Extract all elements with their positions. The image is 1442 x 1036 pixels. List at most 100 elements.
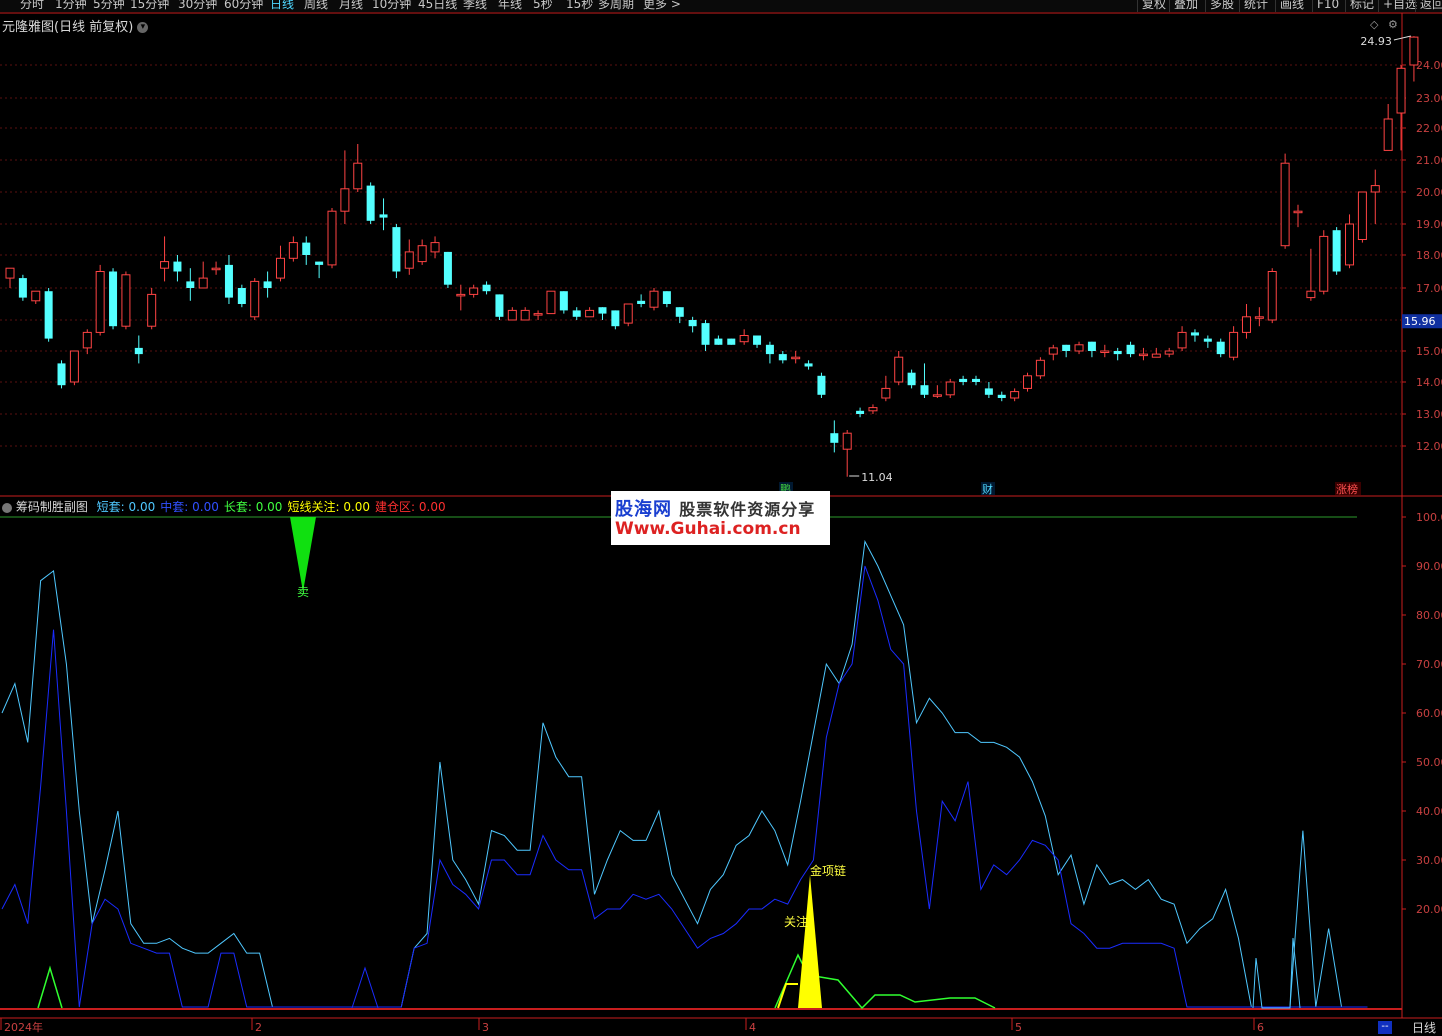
candle-body — [997, 394, 1006, 398]
candle-body — [1100, 350, 1110, 353]
candle-body — [753, 335, 762, 345]
candle-body — [932, 394, 942, 397]
candle-body — [1048, 347, 1058, 355]
candle-body — [714, 338, 723, 345]
candle-body — [1203, 338, 1212, 342]
candle-body — [237, 288, 246, 304]
price-axis-label: 12.00 — [1416, 440, 1442, 453]
candle-body — [82, 331, 92, 349]
indicator-legend-value: 0.00 — [415, 500, 446, 514]
candle-body — [881, 387, 891, 399]
candle-body — [662, 291, 671, 304]
candle-body — [417, 245, 427, 263]
candle-body — [57, 363, 66, 386]
candle-body — [739, 335, 749, 343]
candle-body — [1241, 316, 1251, 333]
candle-body — [920, 385, 929, 395]
price-axis-label: 19.00 — [1416, 218, 1442, 231]
candle-body — [44, 291, 53, 339]
candle-body — [18, 278, 27, 298]
indicator-legend-label: 短套: — [96, 500, 125, 514]
event-marker: 涨榜 — [1336, 482, 1358, 496]
candle-body — [572, 310, 581, 317]
candle-body — [1087, 341, 1096, 351]
candle-body — [585, 309, 595, 318]
gold-necklace-signal — [798, 875, 822, 1008]
candle-body — [1062, 344, 1071, 351]
candle-body — [842, 432, 852, 450]
candle-body — [546, 290, 556, 315]
candle-body — [211, 267, 221, 271]
candle-body — [520, 309, 530, 321]
candle-body — [1396, 67, 1406, 114]
indicator-legend-value: 0.00 — [251, 500, 283, 514]
indicator-legend-label: 中套: — [160, 500, 189, 514]
candle-body — [456, 293, 466, 297]
indicator-axis-label: 70.00 — [1416, 658, 1442, 671]
price-axis-label: 21.00 — [1416, 154, 1442, 167]
period-label[interactable]: 日线 — [1412, 1019, 1436, 1036]
candle-body — [688, 320, 697, 327]
candle-body — [1267, 271, 1277, 321]
candle-body — [31, 290, 41, 302]
high-price-label: 24.93 — [1360, 35, 1392, 48]
candle-body — [1306, 290, 1316, 299]
candle-body — [250, 280, 260, 318]
short-trap-line — [1, 539, 1368, 1008]
candle-body — [109, 271, 118, 327]
candle-body — [5, 267, 15, 279]
price-axis-label: 14.00 — [1416, 376, 1442, 389]
candle-body — [302, 242, 311, 255]
candle-body — [121, 274, 131, 327]
candle-body — [379, 214, 388, 218]
candle-body — [134, 347, 143, 355]
price-axis-label: 18.00 — [1416, 249, 1442, 262]
candle-body — [959, 378, 968, 382]
candle-body — [224, 264, 233, 298]
focus-signal-line — [777, 983, 798, 1009]
candle-body — [275, 257, 285, 279]
candle-body — [1293, 210, 1303, 214]
candle-body — [868, 407, 878, 412]
indicator-axis-label: 50.00 — [1416, 756, 1442, 769]
sell-signal-triangle — [290, 517, 316, 592]
candle-body — [804, 363, 813, 367]
candle-body — [443, 251, 452, 285]
low-price-label: 11.04 — [861, 471, 893, 484]
candle-body — [1010, 391, 1020, 399]
indicator-legend-item: 短线关注: 0.00 — [287, 500, 370, 514]
candle-body — [160, 261, 170, 269]
candle-body — [1177, 331, 1187, 349]
indicator-axis-label: 90.00 — [1416, 560, 1442, 573]
mid-trap-spike — [351, 966, 379, 1009]
candle-body — [1280, 162, 1290, 247]
indicator-close-icon[interactable] — [2, 502, 12, 513]
candle-body — [778, 354, 787, 361]
watermark-url: Www.Guhai.com.cn — [615, 519, 801, 539]
price-axis-label: 24.00 — [1416, 59, 1442, 72]
candle-body — [1035, 359, 1045, 377]
candle-body — [623, 303, 633, 324]
candle-body — [340, 188, 350, 212]
indicator-legend-item: 中套: 0.00 — [160, 500, 219, 514]
corner-button[interactable]: -- — [1378, 1021, 1392, 1034]
price-axis-label: 13.00 — [1416, 408, 1442, 421]
indicator-legend-label: 建仓区: — [375, 500, 416, 514]
candle-body — [327, 210, 337, 266]
indicator-axis-label: 20.00 — [1416, 903, 1442, 916]
candle-body — [1216, 341, 1225, 355]
focus-text: 关注 — [784, 914, 808, 929]
candle-body — [972, 378, 980, 382]
candle-body — [791, 356, 801, 360]
indicator-axis-label: 100.00 — [1416, 511, 1442, 524]
candle-body — [147, 293, 157, 327]
candle-body — [507, 309, 517, 321]
indicator-axis-label: 40.00 — [1416, 805, 1442, 818]
gold-necklace-text: 金项链 — [810, 863, 846, 878]
event-marker: 财 — [982, 482, 993, 496]
candle-body — [1254, 316, 1264, 319]
candle-body — [288, 242, 298, 259]
diamond-icon: ◇ — [1370, 18, 1379, 31]
time-axis — [0, 1018, 1442, 1035]
candle-body — [907, 372, 916, 386]
